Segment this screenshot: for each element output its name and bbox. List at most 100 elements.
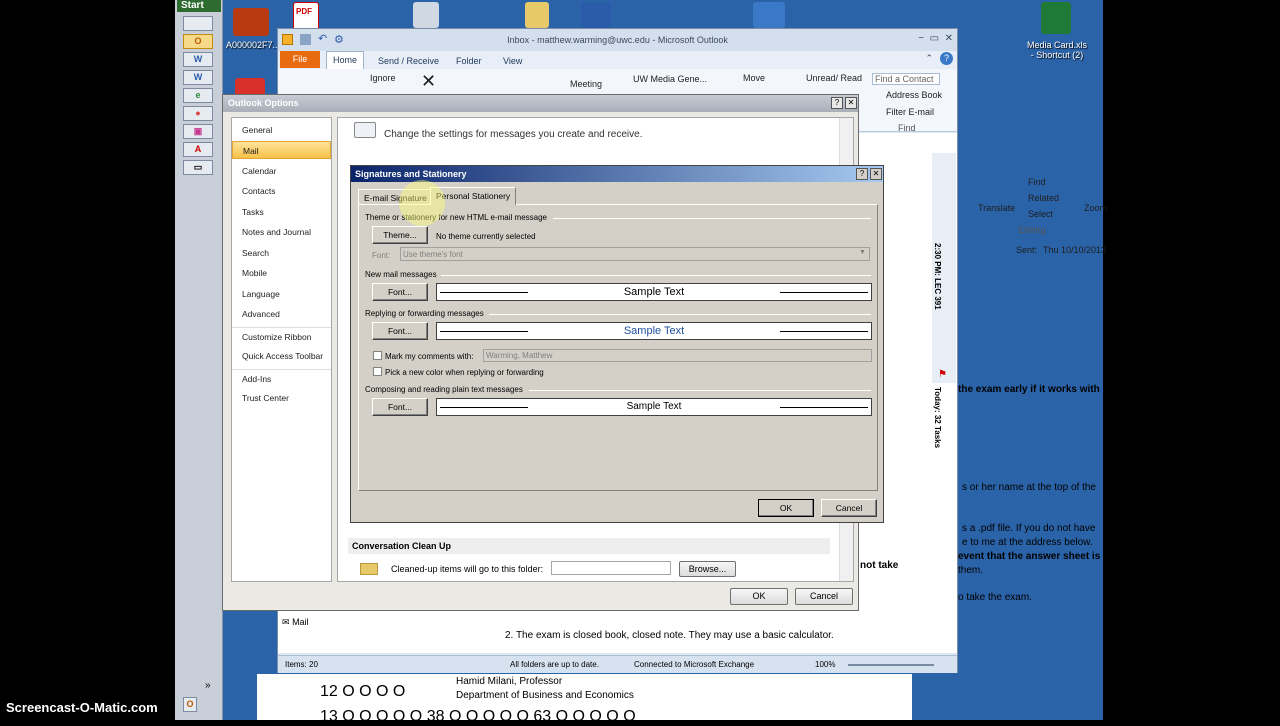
word-taskbar-icon[interactable]: W (183, 52, 213, 67)
flag-icon[interactable]: ⚑ (938, 369, 947, 380)
options-ok-button[interactable]: OK (730, 588, 788, 605)
reply-font-button[interactable]: Font... (372, 322, 428, 340)
nav-notes-journal[interactable]: Notes and Journal (232, 223, 331, 241)
options-cancel-button[interactable]: Cancel (795, 588, 853, 605)
excel-shortcut-icon[interactable] (1041, 2, 1071, 34)
sample-line-left (440, 292, 528, 293)
explorer-taskbar-icon[interactable] (183, 16, 213, 31)
plain-text-font-button[interactable]: Font... (372, 398, 428, 416)
signatures-ok-button[interactable]: OK (758, 499, 814, 517)
minimize-icon[interactable]: − (918, 33, 924, 44)
nav-contacts[interactable]: Contacts (232, 182, 331, 200)
tab-home[interactable]: Home (326, 51, 364, 69)
translate-button[interactable]: Translate (978, 203, 1015, 213)
status-zoom: 100% (815, 660, 836, 669)
tab-send-receive[interactable]: Send / Receive (378, 53, 439, 69)
nav-general[interactable]: General (232, 121, 331, 139)
pick-color-checkbox[interactable] (373, 367, 382, 376)
send-receive-icon[interactable] (300, 34, 311, 45)
find-contact-box[interactable]: Find a Contact (872, 73, 940, 85)
message-text-line: s or her name at the top of the (962, 482, 1096, 493)
options-header: Change the settings for messages you cre… (384, 129, 643, 140)
separator (441, 275, 871, 276)
mark-comments-checkbox[interactable] (373, 351, 382, 360)
meeting-button[interactable]: Meeting (570, 79, 602, 89)
font-select-value: Use theme's font (403, 250, 463, 259)
desktop-icon-label: Media Card.xls - Shortcut (2) (1026, 40, 1088, 60)
word-document-icon[interactable] (581, 2, 611, 28)
folder-icon[interactable] (525, 2, 549, 28)
message-exam-line: 2. The exam is closed book, closed note.… (505, 630, 834, 641)
signature-dept: Department of Business and Economics (456, 690, 666, 701)
mail-nav-button[interactable]: ✉ Mail (282, 617, 432, 633)
ribbon-minimize-icon[interactable]: ⌃ (925, 53, 933, 64)
nav-quick-access-toolbar[interactable]: Quick Access Toolbar (232, 347, 331, 365)
message-text-line: s a .pdf file. If you do not have (962, 523, 1096, 534)
select-button[interactable]: Select (1028, 209, 1053, 219)
theme-button[interactable]: Theme... (372, 226, 428, 244)
zoom-slider[interactable] (848, 664, 934, 666)
separator (529, 390, 871, 391)
word-taskbar-icon-2[interactable]: W (183, 70, 213, 85)
network-icon[interactable] (753, 2, 785, 28)
nav-advanced[interactable]: Advanced (232, 305, 331, 323)
todo-bar-appointment[interactable]: 2:30 PM: LEC 391 (933, 243, 942, 310)
quickstep-uw-media[interactable]: UW Media Gene... (633, 74, 707, 84)
close-icon[interactable]: ✕ (945, 33, 953, 44)
chrome-taskbar-icon-2[interactable]: ● (183, 106, 213, 121)
nav-calendar[interactable]: Calendar (232, 162, 331, 180)
related-button[interactable]: Related (1028, 193, 1059, 203)
desktop-icon-label: A000002F7... (225, 40, 281, 50)
close-icon[interactable]: ✕ (845, 97, 857, 109)
move-button[interactable]: Move (743, 73, 765, 83)
todo-bar-tasks[interactable]: Today: 32 Tasks (933, 387, 942, 448)
signatures-cancel-button[interactable]: Cancel (821, 499, 877, 517)
filter-email-button[interactable]: Filter E-mail (886, 107, 934, 117)
mail-nav-label: Mail (292, 617, 309, 627)
browse-button[interactable]: Browse... (679, 561, 736, 577)
help-icon[interactable]: ? (940, 52, 953, 65)
nav-add-ins[interactable]: Add-Ins (232, 369, 331, 387)
customize-icon[interactable]: ⚙ (334, 33, 344, 46)
tab-view[interactable]: View (503, 53, 522, 69)
nav-customize-ribbon[interactable]: Customize Ribbon (232, 327, 331, 345)
undo-icon[interactable]: ↶ (318, 32, 327, 45)
close-icon[interactable]: ✕ (870, 168, 882, 180)
find-button[interactable]: Find (1028, 177, 1046, 187)
sent-label: Sent: (1016, 245, 1038, 255)
mark-comments-label: Mark my comments with: (385, 352, 474, 361)
help-icon[interactable]: ? (856, 168, 868, 180)
unread-read-button[interactable]: Unread/ Read (806, 73, 862, 83)
delete-icon[interactable]: ✕ (421, 71, 436, 92)
calculator-icon[interactable] (413, 2, 439, 28)
nav-mobile[interactable]: Mobile (232, 264, 331, 282)
separator (489, 314, 871, 315)
ignore-button[interactable]: Ignore (370, 73, 396, 83)
tab-folder[interactable]: Folder (456, 53, 482, 69)
cleanup-folder-input[interactable] (551, 561, 671, 575)
desktop-taskbar-icon[interactable]: ▭ (183, 160, 213, 175)
game-icon[interactable] (233, 8, 269, 36)
nav-language[interactable]: Language (232, 285, 331, 303)
new-mail-font-button[interactable]: Font... (372, 283, 428, 301)
maximize-icon[interactable]: ▭ (930, 33, 939, 44)
tray-expand-icon[interactable]: » (205, 680, 211, 691)
nav-trust-center[interactable]: Trust Center (232, 389, 331, 407)
nav-search[interactable]: Search (232, 244, 331, 262)
tab-file[interactable]: File (280, 51, 320, 68)
outlook-taskbar-icon[interactable]: O (183, 34, 213, 49)
nav-tasks[interactable]: Tasks (232, 203, 331, 221)
tray-outlook-icon[interactable]: O (183, 697, 197, 712)
signatures-stationery-dialog: Signatures and Stationery ? ✕ E-mail Sig… (350, 165, 884, 523)
help-icon[interactable]: ? (831, 97, 843, 109)
chrome-taskbar-icon[interactable]: e (183, 88, 213, 103)
mark-comments-input[interactable]: Warming, Matthew (483, 349, 872, 362)
reply-forward-label: Replying or forwarding messages (365, 309, 484, 318)
theme-value: No theme currently selected (436, 232, 536, 241)
address-book-button[interactable]: Address Book (886, 90, 942, 100)
start-button[interactable]: Start (177, 0, 221, 12)
acrobat-taskbar-icon[interactable]: A (183, 142, 213, 157)
paint-taskbar-icon[interactable]: ▣ (183, 124, 213, 139)
nav-mail[interactable]: Mail (232, 141, 331, 159)
zoom-button[interactable]: Zoom (1084, 203, 1107, 213)
